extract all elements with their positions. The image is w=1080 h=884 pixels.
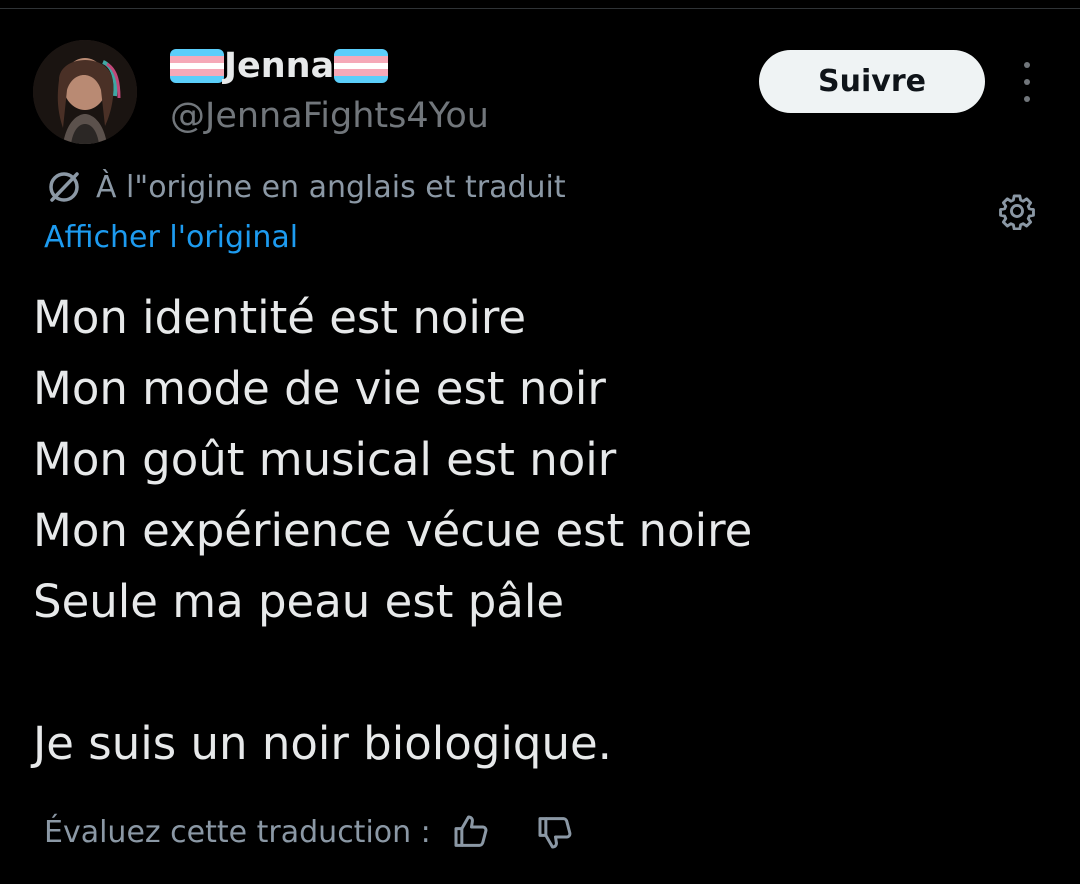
translation-notice-text: À l"origine en anglais et traduit xyxy=(96,169,566,205)
thumbs-down-icon[interactable] xyxy=(535,812,575,852)
tweet-text-line: Seule ma peau est pâle xyxy=(33,575,565,628)
globe-icon xyxy=(49,172,79,202)
display-name-text: Jenna xyxy=(224,46,335,86)
transgender-flag-icon xyxy=(334,49,389,83)
translation-notice: À l"origine en anglais et traduit xyxy=(44,165,566,209)
more-vertical-icon[interactable] xyxy=(1012,62,1042,102)
avatar[interactable] xyxy=(33,40,137,144)
tweet-text-line: Mon identité est noire xyxy=(33,291,527,344)
gear-icon[interactable] xyxy=(998,192,1036,230)
transgender-flag-icon xyxy=(170,49,224,83)
tweet-text: Mon identité est noire Mon mode de vie e… xyxy=(33,282,1043,779)
rate-translation: Évaluez cette traduction : xyxy=(44,808,575,856)
show-original-link[interactable]: Afficher l'original xyxy=(44,220,298,255)
tweet-text-line: Mon mode de vie est noir xyxy=(33,362,606,415)
user-handle[interactable]: @JennaFights4You xyxy=(170,96,489,136)
rate-translation-label: Évaluez cette traduction : xyxy=(44,814,431,850)
paragraph-break xyxy=(33,637,1043,708)
top-divider xyxy=(0,0,1080,9)
display-name[interactable]: Jenna xyxy=(170,42,389,90)
tweet-text-line: Mon expérience vécue est noire xyxy=(33,504,753,557)
tweet-text-line: Je suis un noir biologique. xyxy=(33,717,612,770)
thumbs-up-icon[interactable] xyxy=(451,812,491,852)
follow-button[interactable]: Suivre xyxy=(759,50,985,113)
tweet-text-line: Mon goût musical est noir xyxy=(33,433,617,486)
avatar-photo xyxy=(33,40,137,144)
